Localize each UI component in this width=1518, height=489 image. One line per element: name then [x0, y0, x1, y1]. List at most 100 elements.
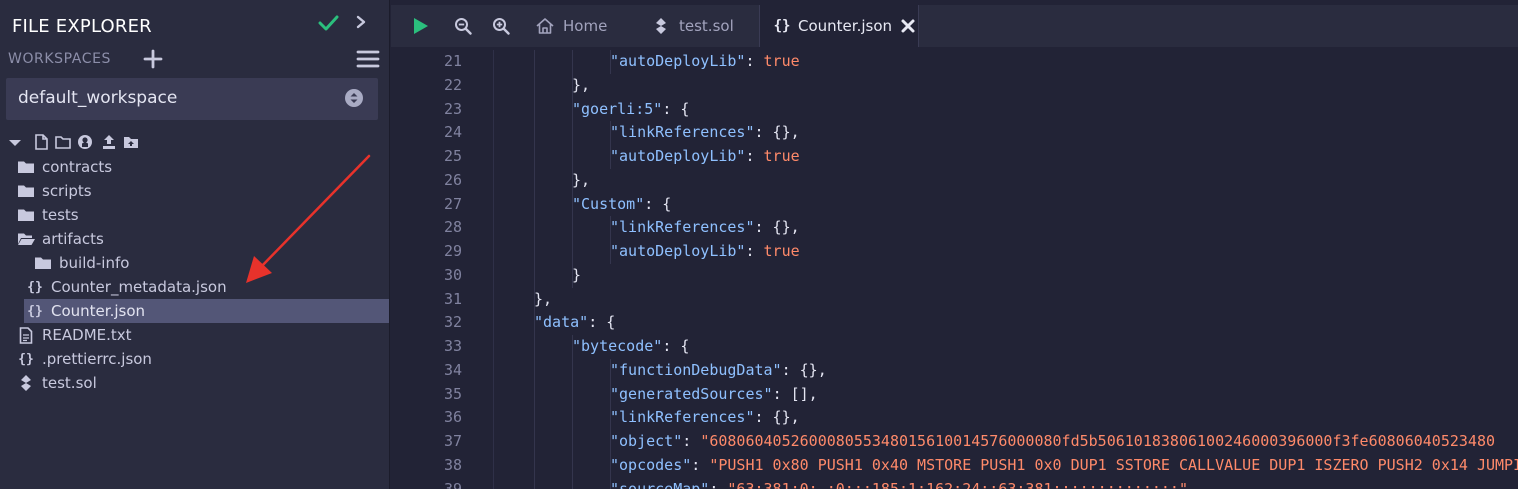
code-line: 25 "autoDeployLib": true: [391, 145, 1518, 169]
line-number: 28: [443, 218, 462, 237]
zoom-out-icon: [455, 18, 472, 35]
workspace-select-value: default_workspace: [18, 88, 178, 108]
code-text: "functionDebugData": {},: [610, 359, 827, 383]
line-number: 27: [443, 194, 462, 213]
workspace-select[interactable]: default_workspace: [6, 78, 378, 120]
code-text: "object": "60806040526000805534801561001…: [610, 430, 1495, 454]
json-punctuation: : {},: [754, 218, 800, 237]
indent-guide: [534, 97, 535, 122]
file-tree-item[interactable]: {} Counter_metadata.json: [24, 275, 389, 299]
indent-guide: [572, 145, 573, 169]
line-number: 30: [443, 265, 462, 284]
code-line: 24 "linkReferences": {},: [391, 121, 1518, 145]
file-tree-item-label: Counter_metadata.json: [51, 278, 227, 296]
tab-counter-json[interactable]: {} Counter.json: [759, 5, 919, 47]
json-key: "linkReferences": [610, 218, 755, 237]
json-punctuation: : {: [662, 99, 690, 118]
code-text: },: [572, 74, 590, 98]
json-key: "data": [534, 313, 589, 332]
code-text: "autoDeployLib": true: [610, 145, 800, 169]
code-text: },: [534, 288, 552, 312]
code-line: 38 "opcodes": "PUSH1 0x80 PUSH1 0x40 MSTO…: [391, 453, 1518, 478]
tab-test-sol[interactable]: test.sol: [643, 5, 753, 47]
code-line: 29 "autoDeployLib": true: [391, 240, 1518, 264]
file-tree-item-label: artifacts: [42, 230, 104, 248]
file-tree-item[interactable]: scripts: [17, 179, 389, 203]
json-punctuation: :: [745, 242, 764, 260]
indent-guide: [572, 453, 573, 478]
json-key: "linkReferences": [610, 123, 755, 142]
github-icon[interactable]: [76, 132, 94, 152]
file-tree-item-label: build-info: [59, 254, 130, 272]
upload-icon[interactable]: [100, 132, 118, 152]
new-file-icon[interactable]: [32, 132, 50, 152]
folder-icon: [17, 158, 35, 176]
line-number: 34: [443, 360, 462, 379]
file-tree-item-label: README.txt: [42, 326, 132, 344]
json-punctuation: :: [709, 479, 728, 489]
file-tree-item[interactable]: {} .prettierrc.json: [17, 347, 389, 371]
check-icon[interactable]: [317, 8, 339, 36]
json-punctuation: : {: [644, 194, 672, 213]
workspaces-label: WORKSPACES: [8, 51, 112, 67]
json-punctuation: : {},: [754, 408, 800, 427]
indent-guide: [572, 121, 573, 145]
run-button[interactable]: [405, 5, 435, 47]
code-editor[interactable]: 21 "autoDeployLib": true 22}, 23 "goerli:5":…: [391, 50, 1518, 489]
file-explorer-panel: FILE EXPLORER WORKSPACES default_workspa…: [0, 0, 390, 489]
zoom-out-button[interactable]: [449, 5, 477, 47]
file-tree-item[interactable]: artifacts: [17, 227, 389, 251]
tab-label: test.sol: [679, 17, 734, 35]
indent-guide: [534, 335, 535, 359]
file-tree-item[interactable]: {} Counter.json: [24, 299, 389, 323]
file-tree-toolbar: [6, 132, 166, 152]
chevron-right-icon[interactable]: [352, 8, 370, 36]
code-line: 32 "data": {: [391, 311, 1518, 335]
code-text: "data": {: [534, 311, 615, 335]
indent-guide: [534, 216, 535, 240]
file-tree-item[interactable]: build-info: [24, 251, 389, 275]
json-punctuation: :: [691, 455, 710, 474]
workspace-menu-icon[interactable]: [356, 48, 380, 70]
json-file-icon: {}: [18, 351, 34, 367]
close-icon[interactable]: [900, 18, 916, 34]
file-tree-item-label: scripts: [42, 182, 92, 200]
home-icon: [535, 16, 555, 36]
json-key: "opcodes": [610, 455, 692, 474]
new-folder-icon[interactable]: [54, 132, 72, 152]
line-number: 37: [443, 432, 462, 450]
code-line: 27 "Custom": {: [391, 192, 1518, 217]
indent-guide: [534, 168, 535, 193]
json-punctuation: },: [572, 170, 591, 189]
json-punctuation: :: [745, 147, 764, 165]
json-value: "PUSH1 0x80 PUSH1 0x40 MSTORE PUSH1 0x0 …: [709, 455, 1518, 474]
line-number: 32: [443, 313, 462, 332]
indent-guide: [572, 216, 573, 240]
file-tree-item[interactable]: README.txt: [17, 323, 389, 347]
indent-guide: [572, 406, 573, 430]
file-tree-item[interactable]: tests: [17, 203, 389, 227]
file-tree-item[interactable]: contracts: [17, 155, 389, 179]
upload-folder-icon[interactable]: [122, 132, 140, 152]
tab-home[interactable]: Home: [527, 5, 637, 47]
line-number: 24: [443, 123, 462, 142]
line-number: 21: [443, 52, 462, 70]
code-line: 30}: [391, 263, 1518, 288]
collapse-caret-icon[interactable]: [6, 132, 24, 152]
code-line: 35 "generatedSources": [],: [391, 382, 1518, 407]
json-punctuation: }: [572, 265, 582, 284]
folder-icon: [17, 182, 35, 200]
json-value: true: [763, 147, 800, 165]
zoom-in-button[interactable]: [487, 5, 515, 47]
json-key: "autoDeployLib": [610, 147, 746, 165]
json-key: "autoDeployLib": [610, 52, 746, 70]
workspaces-row: WORKSPACES: [0, 48, 390, 72]
indent-guide: [534, 73, 535, 98]
code-text: "opcodes": "PUSH1 0x80 PUSH1 0x40 MSTORE…: [610, 454, 1518, 478]
add-workspace-button[interactable]: [142, 48, 164, 70]
folder-open-icon: [17, 230, 35, 248]
file-tree-item[interactable]: test.sol: [17, 371, 389, 395]
zoom-in-icon: [493, 18, 510, 35]
line-number: 36: [443, 408, 462, 427]
indent-guide: [534, 382, 535, 407]
